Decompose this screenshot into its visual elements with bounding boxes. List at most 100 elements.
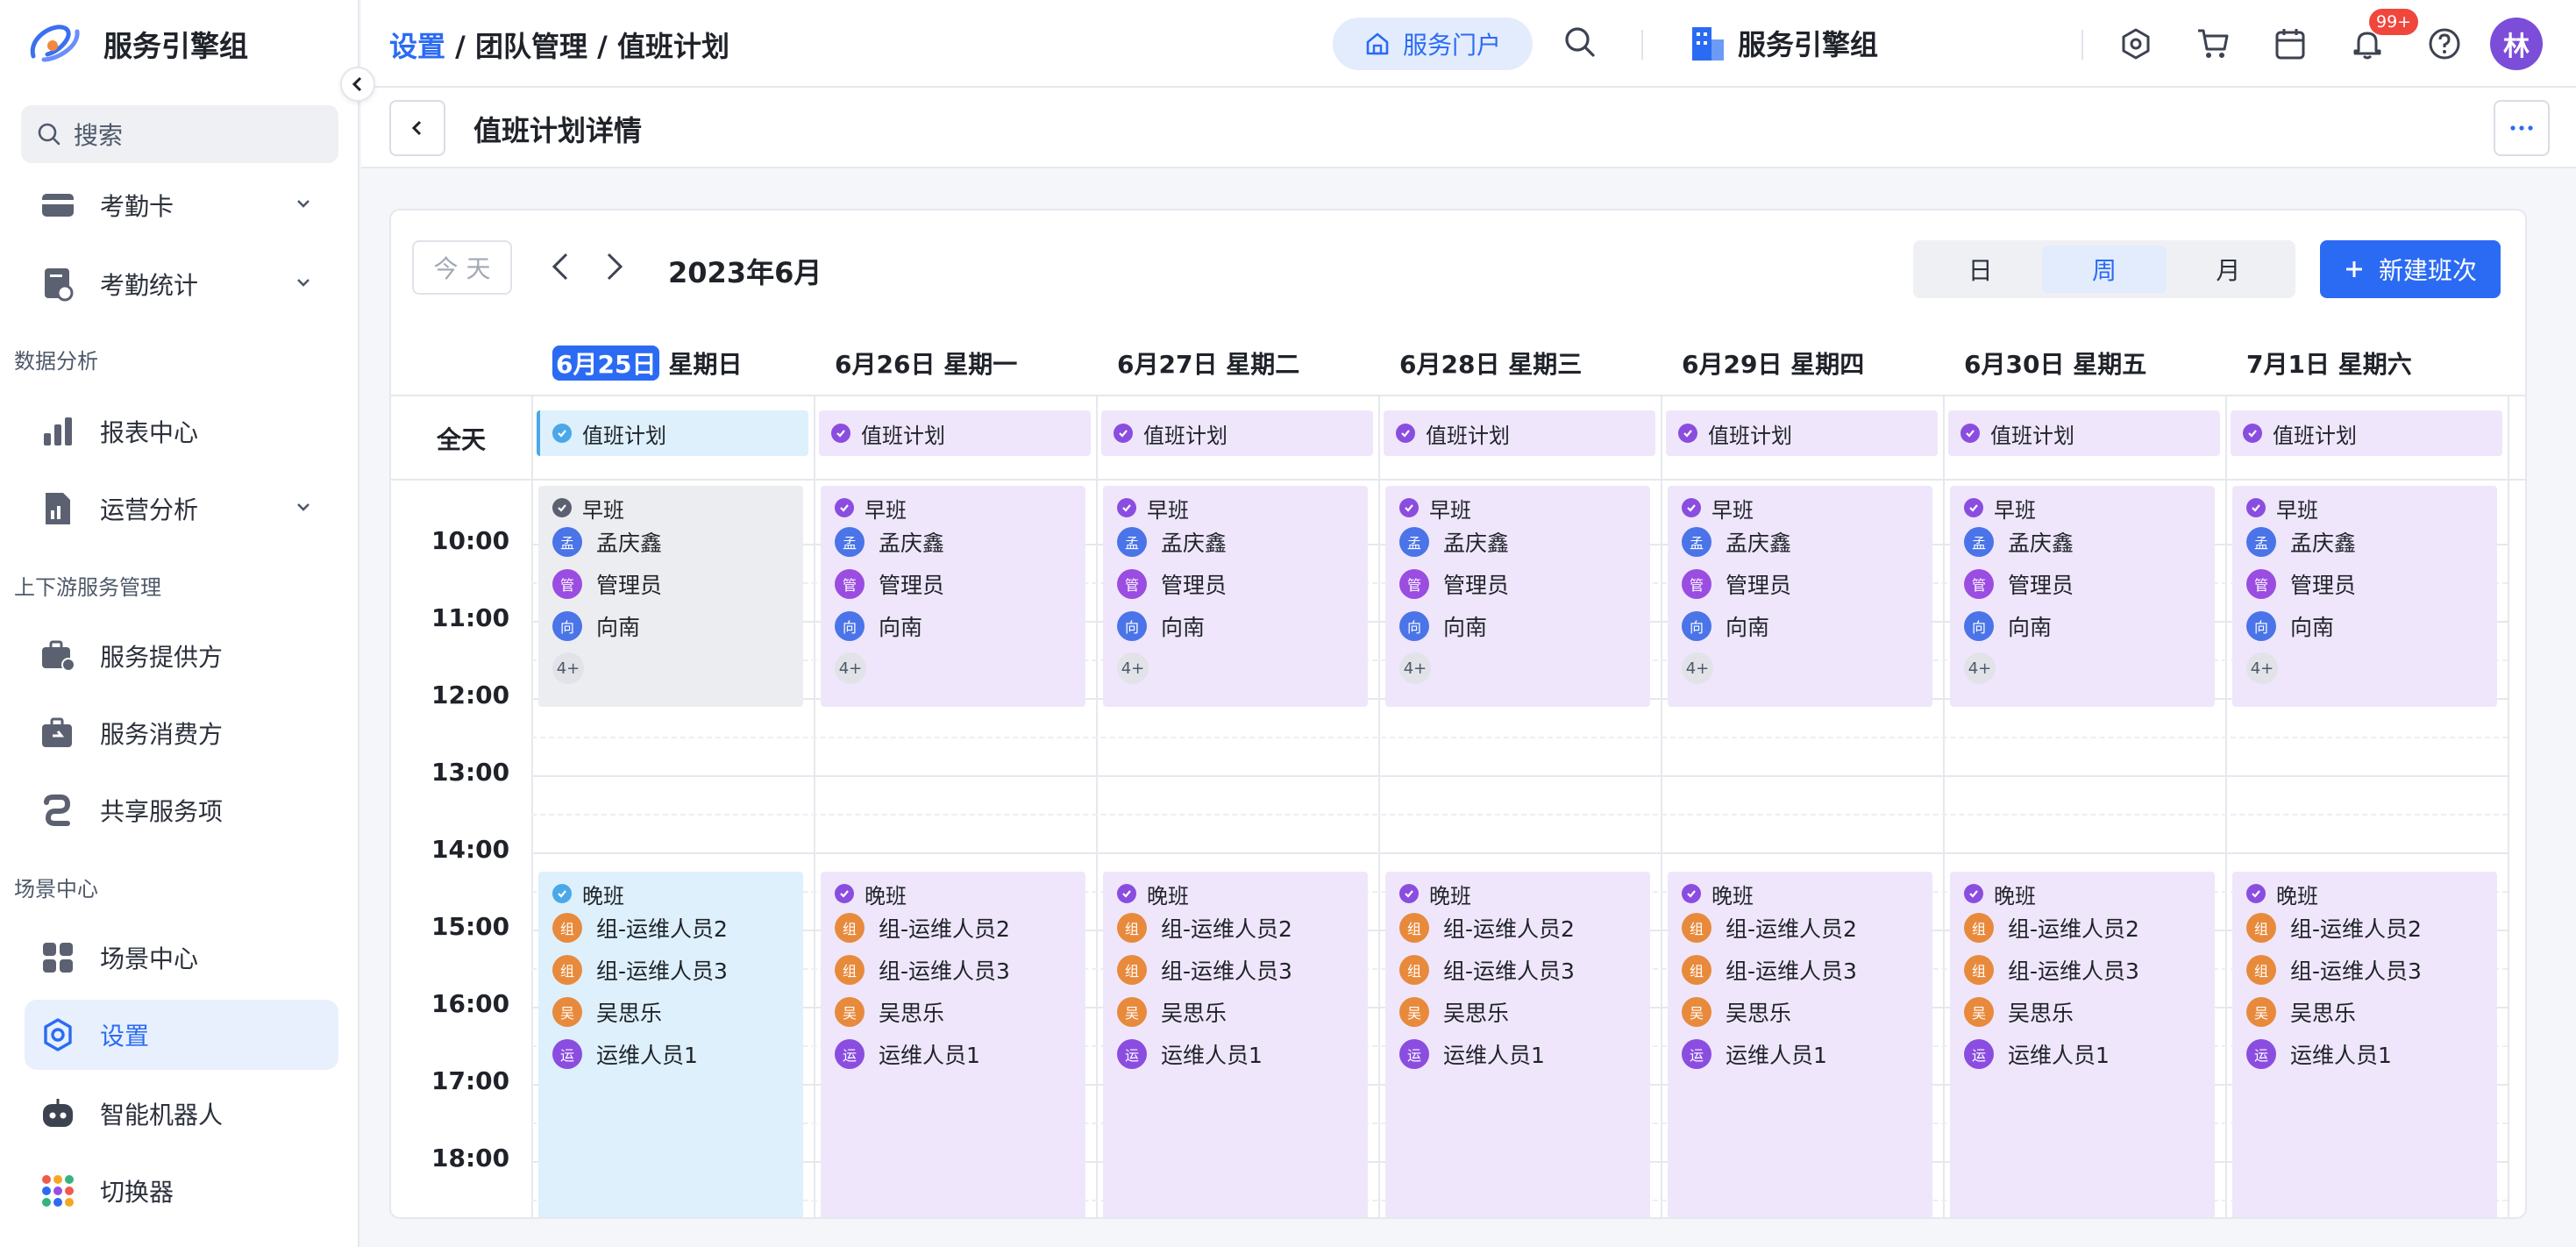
shift-member[interactable]: 管管理员: [552, 563, 789, 605]
service-portal-button[interactable]: 服务门户: [1333, 18, 1533, 70]
view-day-tab[interactable]: 日: [1918, 246, 2042, 293]
shift-member[interactable]: 运运维人员1: [1399, 1033, 1636, 1075]
search-icon[interactable]: [1562, 25, 1598, 60]
shift-member[interactable]: 组组-运维人员3: [835, 949, 1071, 991]
day-header[interactable]: 6月25日 星期日: [552, 346, 742, 381]
shift-member[interactable]: 吴吴思乐: [1964, 991, 2201, 1033]
shift-member[interactable]: 组组-运维人员2: [552, 907, 789, 949]
breadcrumb-team-link[interactable]: 团队管理: [475, 30, 587, 63]
shift-member[interactable]: 吴吴思乐: [1117, 991, 1354, 1033]
allday-event[interactable]: 值班计划: [537, 410, 808, 456]
new-shift-button[interactable]: 新建班次: [2320, 240, 2501, 298]
shift-member[interactable]: 吴吴思乐: [552, 991, 789, 1033]
shift-block-morning[interactable]: 早班孟孟庆鑫管管理员向向南 4+: [1668, 486, 1932, 707]
shift-block-morning[interactable]: 早班孟孟庆鑫管管理员向向南 4+: [1103, 486, 1368, 707]
sidebar-item-scene-center[interactable]: 场景中心: [25, 923, 338, 993]
shift-member[interactable]: 管管理员: [1117, 563, 1354, 605]
shift-block-morning[interactable]: 早班孟孟庆鑫管管理员向向南 4+: [538, 486, 803, 707]
shift-block-evening[interactable]: 晚班组组-运维人员2 组组-运维人员3 吴吴思乐运运维人员1: [538, 872, 803, 1217]
cart-icon[interactable]: [2195, 26, 2231, 61]
shift-member[interactable]: 管管理员: [2246, 563, 2483, 605]
shift-member[interactable]: 吴吴思乐: [1682, 991, 1918, 1033]
prev-week-button[interactable]: [547, 249, 573, 284]
day-header[interactable]: 6月26日 星期一: [835, 346, 1017, 381]
shift-member[interactable]: 孟孟庆鑫: [835, 521, 1071, 563]
more-button[interactable]: [2494, 100, 2550, 156]
shift-member[interactable]: 孟孟庆鑫: [2246, 521, 2483, 563]
shift-member[interactable]: 孟孟庆鑫: [1964, 521, 2201, 563]
shift-member[interactable]: 向向南: [1399, 605, 1636, 647]
shift-member[interactable]: 组组-运维人员3: [552, 949, 789, 991]
sidebar-item-settings[interactable]: 设置: [25, 1000, 338, 1070]
shift-member[interactable]: 孟孟庆鑫: [552, 521, 789, 563]
shift-member[interactable]: 向向南: [552, 605, 789, 647]
shift-block-morning[interactable]: 早班孟孟庆鑫管管理员向向南 4+: [821, 486, 1085, 707]
shift-member[interactable]: 组组-运维人员2: [835, 907, 1071, 949]
calendar-icon[interactable]: [2273, 26, 2308, 61]
shift-member[interactable]: 运运维人员1: [1682, 1033, 1918, 1075]
shift-member[interactable]: 运运维人员1: [835, 1033, 1071, 1075]
shift-member[interactable]: 组组-运维人员3: [2246, 949, 2483, 991]
shift-member[interactable]: 组组-运维人员3: [1682, 949, 1918, 991]
allday-event[interactable]: 值班计划: [1101, 410, 1373, 456]
shift-block-evening[interactable]: 晚班组组-运维人员2 组组-运维人员3 吴吴思乐运运维人员1: [1950, 872, 2215, 1217]
sidebar-item-switcher[interactable]: 切换器: [25, 1156, 338, 1226]
sidebar-item-service-consumer[interactable]: 服务消费方: [25, 698, 338, 768]
day-header[interactable]: 6月30日 星期五: [1964, 346, 2146, 381]
shift-member[interactable]: 运运维人员1: [552, 1033, 789, 1075]
more-members-chip[interactable]: 4+: [1682, 652, 1713, 684]
shift-block-morning[interactable]: 早班孟孟庆鑫管管理员向向南 4+: [1950, 486, 2215, 707]
day-header[interactable]: 6月28日 星期三: [1399, 346, 1582, 381]
view-week-tab[interactable]: 周: [2042, 246, 2167, 293]
next-week-button[interactable]: [601, 249, 628, 284]
shift-member[interactable]: 吴吴思乐: [835, 991, 1071, 1033]
more-members-chip[interactable]: 4+: [1117, 652, 1149, 684]
shift-member[interactable]: 组组-运维人员3: [1399, 949, 1636, 991]
shift-block-morning[interactable]: 早班孟孟庆鑫管管理员向向南 4+: [1385, 486, 1650, 707]
shift-member[interactable]: 组组-运维人员2: [1399, 907, 1636, 949]
user-avatar[interactable]: 林: [2490, 18, 2543, 70]
sidebar-item-service-provider[interactable]: 服务提供方: [25, 621, 338, 691]
shift-member[interactable]: 管管理员: [1964, 563, 2201, 605]
shift-member[interactable]: 管管理员: [835, 563, 1071, 605]
day-header[interactable]: 7月1日 星期六: [2246, 346, 2412, 381]
shift-member[interactable]: 组组-运维人员2: [1964, 907, 2201, 949]
day-header[interactable]: 6月27日 星期二: [1117, 346, 1299, 381]
more-members-chip[interactable]: 4+: [1399, 652, 1431, 684]
shift-member[interactable]: 管管理员: [1682, 563, 1918, 605]
allday-event[interactable]: 值班计划: [819, 410, 1091, 456]
shift-member[interactable]: 孟孟庆鑫: [1117, 521, 1354, 563]
sidebar-item-shared-service[interactable]: 共享服务项: [25, 775, 338, 845]
sidebar-item-attendance-stats[interactable]: 考勤统计: [25, 249, 338, 319]
shift-block-evening[interactable]: 晚班组组-运维人员2 组组-运维人员3 吴吴思乐运运维人员1: [821, 872, 1085, 1217]
app-logo[interactable]: 服务引擎组: [26, 19, 248, 68]
more-members-chip[interactable]: 4+: [1964, 652, 1996, 684]
help-icon[interactable]: [2427, 26, 2462, 61]
shift-member[interactable]: 孟孟庆鑫: [1399, 521, 1636, 563]
more-members-chip[interactable]: 4+: [552, 652, 584, 684]
shift-member[interactable]: 向向南: [1682, 605, 1918, 647]
shift-member[interactable]: 向向南: [1964, 605, 2201, 647]
shift-member[interactable]: 向向南: [835, 605, 1071, 647]
shift-block-evening[interactable]: 晚班组组-运维人员2 组组-运维人员3 吴吴思乐运运维人员1: [1103, 872, 1368, 1217]
shift-member[interactable]: 吴吴思乐: [2246, 991, 2483, 1033]
breadcrumb-settings-link[interactable]: 设置: [389, 30, 445, 63]
allday-event[interactable]: 值班计划: [2231, 410, 2502, 456]
sidebar-item-ai-robot[interactable]: 智能机器人: [25, 1079, 338, 1149]
hexagon-settings-icon[interactable]: [2118, 26, 2153, 61]
shift-member[interactable]: 组组-运维人员3: [1964, 949, 2201, 991]
collapse-sidebar-button[interactable]: [340, 67, 375, 102]
allday-event[interactable]: 值班计划: [1948, 410, 2220, 456]
view-month-tab[interactable]: 月: [2167, 246, 2290, 293]
shift-member[interactable]: 运运维人员1: [1964, 1033, 2201, 1075]
shift-member[interactable]: 组组-运维人员2: [1117, 907, 1354, 949]
shift-member[interactable]: 组组-运维人员3: [1117, 949, 1354, 991]
sidebar-item-attendance-card[interactable]: 考勤卡: [25, 170, 338, 240]
shift-member[interactable]: 向向南: [2246, 605, 2483, 647]
shift-member[interactable]: 孟孟庆鑫: [1682, 521, 1918, 563]
shift-member[interactable]: 向向南: [1117, 605, 1354, 647]
allday-event[interactable]: 值班计划: [1666, 410, 1938, 456]
shift-block-evening[interactable]: 晚班组组-运维人员2 组组-运维人员3 吴吴思乐运运维人员1: [1385, 872, 1650, 1217]
sidebar-item-report-center[interactable]: 报表中心: [25, 396, 338, 467]
org-switcher[interactable]: 服务引擎组: [1690, 23, 1878, 63]
